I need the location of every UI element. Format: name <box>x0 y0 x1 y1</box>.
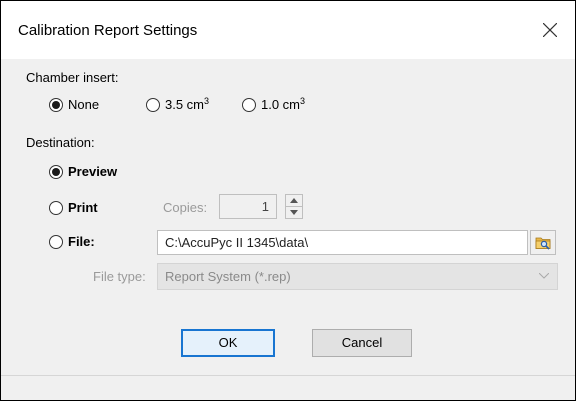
spinner-down-button[interactable] <box>286 207 302 218</box>
radio-destination-print[interactable] <box>49 201 63 215</box>
radio-chamber-3-5-label[interactable]: 3.5 cm3 <box>165 96 210 113</box>
copies-spinner[interactable] <box>285 194 303 219</box>
file-path-input[interactable]: C:\AccuPyc II 1345\data\ <box>157 230 528 255</box>
ok-button[interactable]: OK <box>181 329 275 357</box>
radio-destination-preview[interactable] <box>49 165 63 179</box>
chevron-down-icon <box>539 273 549 279</box>
radio-chamber-1-0[interactable] <box>242 98 256 112</box>
file-type-label: File type: <box>93 269 146 284</box>
calibration-report-dialog: Calibration Report Settings Chamber inse… <box>0 0 576 401</box>
chevron-up-icon <box>290 198 298 203</box>
unit-superscript: 3 <box>204 96 210 106</box>
radio-chamber-1-0-label[interactable]: 1.0 cm3 <box>261 96 306 113</box>
close-icon <box>543 23 557 37</box>
radio-destination-print-label[interactable]: Print <box>68 200 98 215</box>
cancel-button[interactable]: Cancel <box>312 329 412 357</box>
radio-destination-file-label[interactable]: File: <box>68 234 95 249</box>
unit-superscript: 3 <box>300 96 306 106</box>
file-type-select[interactable]: Report System (*.rep) <box>157 263 558 290</box>
destination-label: Destination: <box>26 135 95 150</box>
radio-destination-file[interactable] <box>49 235 63 249</box>
spinner-up-button[interactable] <box>286 195 302 207</box>
close-button[interactable] <box>535 15 565 45</box>
footer-divider <box>1 375 575 376</box>
folder-search-icon <box>535 237 551 250</box>
copies-input[interactable]: 1 <box>219 194 277 219</box>
radio-chamber-3-5[interactable] <box>146 98 160 112</box>
copies-label: Copies: <box>163 200 208 215</box>
browse-folder-button[interactable] <box>530 230 556 255</box>
radio-chamber-none-label[interactable]: None <box>68 97 99 112</box>
chevron-down-icon <box>290 210 298 215</box>
dialog-title: Calibration Report Settings <box>18 22 198 39</box>
radio-chamber-none[interactable] <box>49 98 63 112</box>
radio-destination-preview-label[interactable]: Preview <box>68 164 117 179</box>
title-bar: Calibration Report Settings <box>1 1 575 59</box>
file-type-value: Report System (*.rep) <box>165 269 291 284</box>
chamber-insert-label: Chamber insert: <box>26 70 119 85</box>
